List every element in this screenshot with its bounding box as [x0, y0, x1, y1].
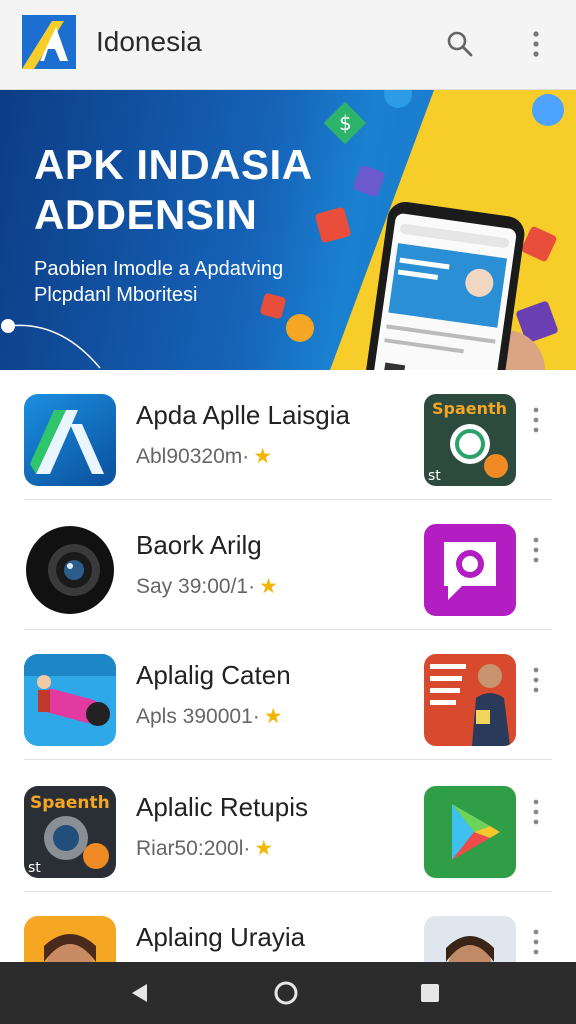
more-vert-icon: [533, 407, 539, 433]
video-app-icon[interactable]: [24, 654, 116, 746]
more-vert-icon: [533, 667, 539, 693]
app-name: Baork Arilg: [136, 530, 262, 560]
recents-button[interactable]: [412, 975, 448, 1011]
banner-subtitle-line2: Plcpdanl Mboritesi: [34, 284, 198, 306]
stylized-a-app-icon[interactable]: [24, 394, 116, 486]
list-item[interactable]: Apda Aplle Laisgia Abl90320m· ★ Spaenth s…: [0, 370, 576, 500]
home-button[interactable]: [268, 975, 304, 1011]
app-meta: Abl90320m· ★: [136, 445, 273, 468]
item-menu-button[interactable]: [524, 530, 548, 570]
app-meta: Apls 390001· ★: [136, 705, 283, 728]
promo-person-thumbnail[interactable]: [424, 654, 516, 746]
more-vert-icon: [533, 799, 539, 825]
app-name: Aplalig Caten: [136, 660, 291, 690]
app-name: Aplalic Retupis: [136, 792, 308, 822]
search-button[interactable]: [438, 22, 482, 66]
top-app-bar: Idonesia: [0, 0, 576, 90]
star-icon: ★: [259, 575, 278, 598]
whatsapp-like-thumbnail[interactable]: Spaenth st: [424, 394, 516, 486]
app-logo: [22, 15, 76, 69]
star-icon: ★: [254, 837, 274, 860]
more-vert-icon: [533, 929, 539, 955]
svg-text:st: st: [428, 468, 441, 484]
list-item[interactable]: Baork Arilg Say 39:00/1· ★: [0, 500, 576, 630]
divider: [24, 759, 552, 760]
list-item[interactable]: Aplalig Caten Apls 390001· ★: [0, 630, 576, 760]
star-icon: ★: [263, 705, 283, 728]
svg-text:Spaenth: Spaenth: [30, 793, 110, 813]
play-store-thumbnail[interactable]: [424, 786, 516, 878]
item-menu-button[interactable]: [524, 792, 548, 832]
svg-text:st: st: [28, 860, 41, 876]
search-icon: [447, 31, 473, 57]
camera-lens-app-icon[interactable]: [24, 524, 116, 616]
promo-banner[interactable]: $ APK INDASIA ADDENSIN Paobien Imodle a …: [0, 90, 576, 370]
svg-text:Spaenth: Spaenth: [432, 399, 507, 418]
app-meta: Riar50:200l· ★: [136, 837, 274, 860]
star-icon: ★: [253, 445, 273, 468]
item-menu-button[interactable]: [524, 922, 548, 962]
item-menu-button[interactable]: [524, 660, 548, 700]
item-menu-button[interactable]: [524, 400, 548, 440]
app-meta: Say 39:00/1· ★: [136, 575, 278, 598]
back-button[interactable]: [122, 975, 158, 1011]
overflow-menu-button[interactable]: [514, 22, 558, 66]
banner-title-line1: APK INDASIA: [34, 141, 313, 188]
chat-bubble-thumbnail[interactable]: [424, 524, 516, 616]
app-name: Apda Aplle Laisgia: [136, 400, 350, 430]
more-vert-icon: [533, 31, 539, 57]
system-navigation-bar: [0, 962, 576, 1024]
svg-text:$: $: [339, 111, 352, 135]
more-vert-icon: [533, 537, 539, 563]
banner-subtitle-line1: Paobien Imodle a Apdatving: [34, 258, 284, 280]
app-title: Idonesia: [96, 26, 202, 57]
home-circle-icon: [274, 981, 298, 1005]
recents-square-icon: [421, 984, 439, 1002]
back-triangle-icon: [132, 984, 147, 1002]
banner-title-line2: ADDENSIN: [34, 191, 258, 239]
list-item[interactable]: Spaenth st Aplalic Retupis Riar50:200l· ★: [0, 762, 576, 892]
app-name: Aplaing Urayia: [136, 922, 306, 952]
cartoon-camera-app-icon[interactable]: Spaenth st: [24, 786, 116, 878]
